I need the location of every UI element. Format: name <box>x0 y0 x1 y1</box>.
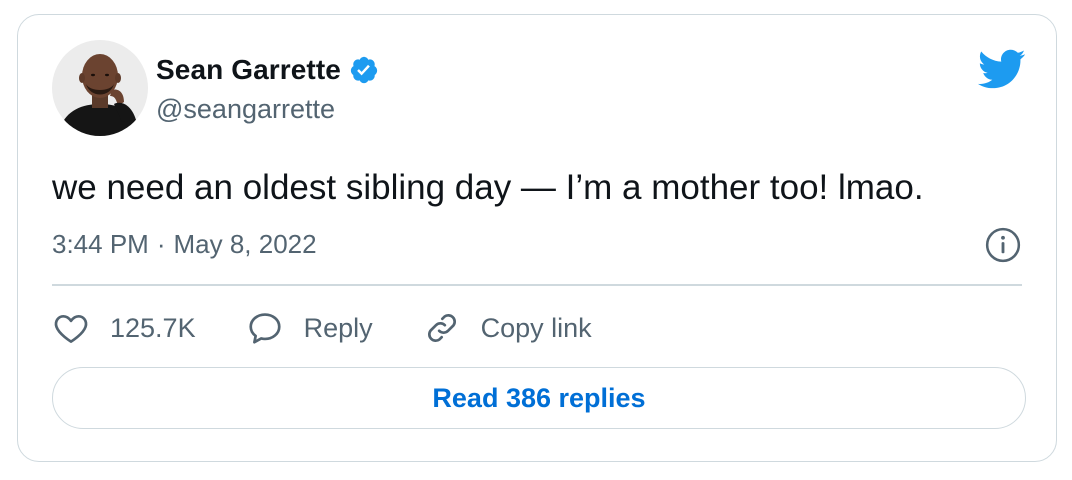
copy-link-label: Copy link <box>480 312 592 343</box>
divider <box>52 284 1022 286</box>
reply-button[interactable]: Reply <box>246 309 373 347</box>
link-icon <box>427 314 456 342</box>
like-button[interactable]: 125.7K <box>52 309 196 347</box>
tweet-card[interactable]: Sean Garrette @seangarrette we need an o… <box>17 14 1057 462</box>
author-handle[interactable]: @seangarrette <box>156 94 335 125</box>
heart-icon <box>54 314 88 343</box>
tweet-text: we need an oldest sibling day — I’m a mo… <box>52 168 924 207</box>
twitter-bird-icon[interactable] <box>976 48 1026 90</box>
action-bar: 125.7K Reply Copy link <box>52 307 642 349</box>
reply-label: Reply <box>303 312 373 343</box>
author-name-row[interactable]: Sean Garrette <box>156 53 379 87</box>
tweet-date[interactable]: May 8, 2022 <box>174 229 317 260</box>
avatar-image <box>52 40 148 136</box>
verified-badge-icon <box>349 55 379 85</box>
tweet-timestamp[interactable]: 3:44 PM · May 8, 2022 <box>52 229 317 260</box>
author-display-name[interactable]: Sean Garrette <box>156 54 341 86</box>
speech-bubble-icon <box>248 313 281 344</box>
timestamp-separator: · <box>156 229 166 259</box>
copy-link-button[interactable]: Copy link <box>423 309 592 347</box>
like-count: 125.7K <box>110 312 196 343</box>
read-replies-button[interactable]: Read 386 replies <box>52 367 1026 429</box>
avatar[interactable] <box>52 40 148 136</box>
info-icon[interactable] <box>984 226 1022 264</box>
tweet-time[interactable]: 3:44 PM <box>52 229 149 260</box>
